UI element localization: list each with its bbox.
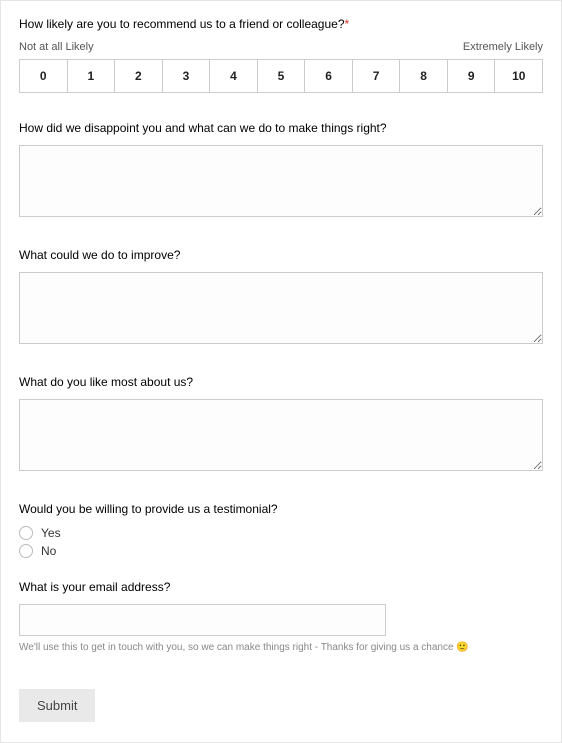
rating-option-10[interactable]: 10	[495, 60, 542, 92]
email-field[interactable]	[19, 604, 386, 636]
rating-option-4[interactable]: 4	[210, 60, 258, 92]
rating-option-8[interactable]: 8	[400, 60, 448, 92]
testimonial-option-yes[interactable]: Yes	[19, 526, 543, 540]
question-recommend-text: How likely are you to recommend us to a …	[19, 17, 345, 31]
required-indicator: *	[345, 17, 350, 31]
rating-option-1[interactable]: 1	[68, 60, 116, 92]
improve-textarea[interactable]	[19, 272, 543, 344]
question-email: What is your email address? We'll use th…	[19, 580, 543, 653]
rating-option-5[interactable]: 5	[258, 60, 306, 92]
scale-labels: Not at all Likely Extremely Likely	[19, 41, 543, 53]
question-disappoint-label: How did we disappoint you and what can w…	[19, 121, 543, 135]
survey-form: How likely are you to recommend us to a …	[0, 0, 562, 743]
submit-button[interactable]: Submit	[19, 689, 95, 722]
rating-option-9[interactable]: 9	[448, 60, 496, 92]
disappoint-textarea[interactable]	[19, 145, 543, 217]
like-most-textarea[interactable]	[19, 399, 543, 471]
rating-option-6[interactable]: 6	[305, 60, 353, 92]
question-like-most-label: What do you like most about us?	[19, 375, 543, 389]
smile-icon: 🙂	[456, 642, 468, 653]
question-recommend: How likely are you to recommend us to a …	[19, 17, 543, 93]
scale-label-right: Extremely Likely	[463, 41, 543, 53]
testimonial-yes-label: Yes	[41, 526, 61, 540]
testimonial-option-no[interactable]: No	[19, 544, 543, 558]
radio-icon	[19, 526, 33, 540]
email-helper-text: We'll use this to get in touch with you,…	[19, 642, 543, 653]
question-email-label: What is your email address?	[19, 580, 543, 594]
question-improve: What could we do to improve?	[19, 248, 543, 347]
rating-option-2[interactable]: 2	[115, 60, 163, 92]
question-improve-label: What could we do to improve?	[19, 248, 543, 262]
question-like-most: What do you like most about us?	[19, 375, 543, 474]
rating-option-7[interactable]: 7	[353, 60, 401, 92]
testimonial-radio-group: Yes No	[19, 526, 543, 558]
rating-option-3[interactable]: 3	[163, 60, 211, 92]
rating-option-0[interactable]: 0	[20, 60, 68, 92]
radio-icon	[19, 544, 33, 558]
question-disappoint: How did we disappoint you and what can w…	[19, 121, 543, 220]
email-helper-text-content: We'll use this to get in touch with you,…	[19, 642, 456, 653]
question-recommend-label: How likely are you to recommend us to a …	[19, 17, 543, 31]
testimonial-no-label: No	[41, 544, 56, 558]
question-testimonial: Would you be willing to provide us a tes…	[19, 502, 543, 558]
question-testimonial-label: Would you be willing to provide us a tes…	[19, 502, 543, 516]
rating-scale: 0 1 2 3 4 5 6 7 8 9 10	[19, 59, 543, 93]
scale-label-left: Not at all Likely	[19, 41, 94, 53]
